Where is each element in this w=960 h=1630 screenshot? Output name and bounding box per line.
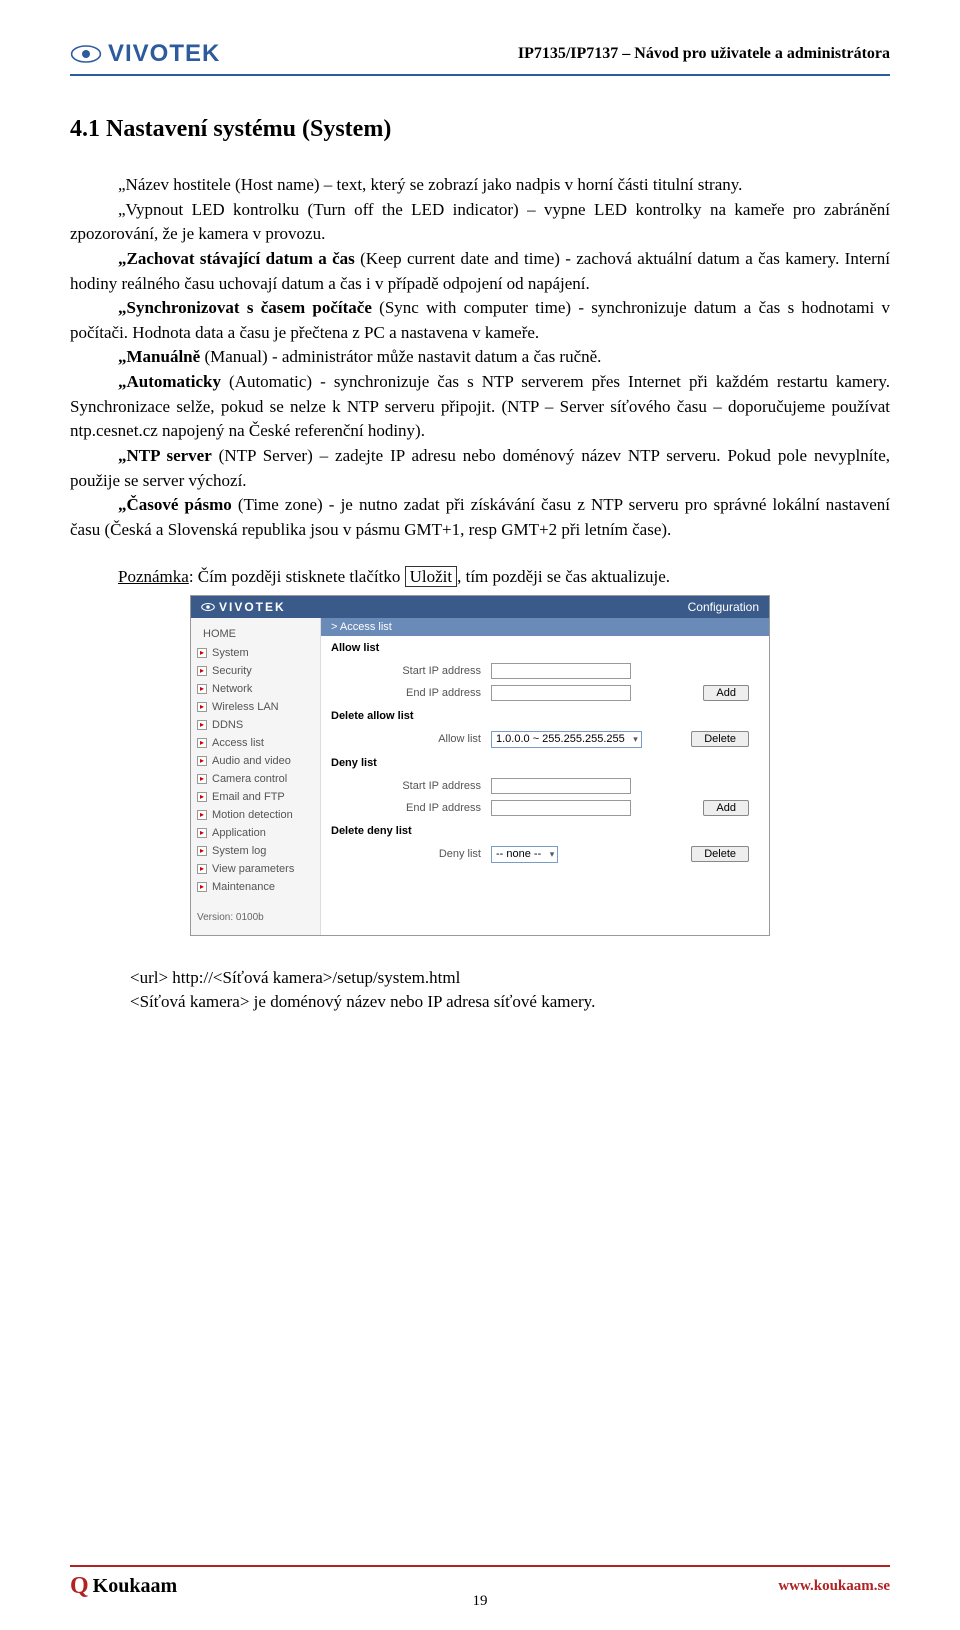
ss-breadcrumb: > Access list xyxy=(321,618,769,636)
ss-nav-label: Maintenance xyxy=(212,881,275,893)
ss-nav-item[interactable]: ▸ System log xyxy=(191,842,320,860)
ss-add-deny-button[interactable]: Add xyxy=(703,800,749,816)
page-header: VIVOTEK IP7135/IP7137 – Návod pro uživat… xyxy=(70,40,890,76)
koukaam-text: Koukaam xyxy=(93,1575,177,1598)
para-8: „Časové pásmo (Time zone) - je nutno zad… xyxy=(70,493,890,542)
ss-delete-allow-header: Delete allow list xyxy=(321,704,769,728)
ss-nav-label: System xyxy=(212,647,249,659)
ss-nav-item[interactable]: ▸ System xyxy=(191,644,320,662)
arrow-right-icon: ▸ xyxy=(197,648,207,658)
ss-add-button[interactable]: Add xyxy=(703,685,749,701)
note-save-button-ref: Uložit xyxy=(405,566,458,587)
ss-deny-list-header: Deny list xyxy=(321,751,769,775)
ss-allow-list-header: Allow list xyxy=(321,636,769,660)
ss-nav-label: Security xyxy=(212,665,252,677)
arrow-right-icon: ▸ xyxy=(197,666,207,676)
config-screenshot: VIVOTEK Configuration HOME ▸ System ▸ Secur… xyxy=(190,595,770,936)
ss-nav-label: System log xyxy=(212,845,266,857)
arrow-right-icon: ▸ xyxy=(197,810,207,820)
page-number: 19 xyxy=(473,1593,488,1610)
arrow-right-icon: ▸ xyxy=(197,756,207,766)
body-content: „Název hostitele (Host name) – text, kte… xyxy=(70,173,890,543)
ss-nav-label: Network xyxy=(212,683,252,695)
ss-start-ip-label-2: Start IP address xyxy=(331,780,491,792)
ss-nav-item[interactable]: ▸ Security xyxy=(191,662,320,680)
footer-url: www.koukaam.se xyxy=(778,1578,890,1595)
ss-nav-item[interactable]: ▸ DDNS xyxy=(191,716,320,734)
ss-home-link[interactable]: HOME xyxy=(191,624,320,644)
ss-sidebar: HOME ▸ System ▸ Security ▸ Network ▸ Wireless L… xyxy=(191,618,321,935)
para-2: „Vypnout LED kontrolku (Turn off the LED… xyxy=(70,198,890,247)
ss-deny-end-ip-input[interactable] xyxy=(491,800,631,816)
arrow-right-icon: ▸ xyxy=(197,864,207,874)
ss-allow-list-label: Allow list xyxy=(331,733,491,745)
ss-nav-item[interactable]: ▸ Wireless LAN xyxy=(191,698,320,716)
ss-nav-item[interactable]: ▸ Audio and video xyxy=(191,752,320,770)
ss-nav-item[interactable]: ▸ Access list xyxy=(191,734,320,752)
ss-nav-label: Camera control xyxy=(212,773,287,785)
ss-delete-deny-header: Delete deny list xyxy=(321,819,769,843)
url-reference: <url> http://<Síťová kamera>/setup/syste… xyxy=(130,966,890,1015)
ss-nav-label: Audio and video xyxy=(212,755,291,767)
arrow-right-icon: ▸ xyxy=(197,738,207,748)
ss-nav-label: Access list xyxy=(212,737,264,749)
ss-topbar: VIVOTEK Configuration xyxy=(191,596,769,618)
vivotek-logo: VIVOTEK xyxy=(70,40,220,68)
ss-nav-item[interactable]: ▸ Maintenance xyxy=(191,878,320,896)
ss-end-ip-label-2: End IP address xyxy=(331,802,491,814)
ss-nav-label: Wireless LAN xyxy=(212,701,279,713)
section-heading: 4.1 Nastavení systému (System) xyxy=(70,116,890,143)
ss-nav-label: View parameters xyxy=(212,863,294,875)
ss-start-ip-input[interactable] xyxy=(491,663,631,679)
vivotek-logo-text: VIVOTEK xyxy=(108,40,220,68)
ss-deny-list-label: Deny list xyxy=(331,848,491,860)
ss-nav-item[interactable]: ▸ View parameters xyxy=(191,860,320,878)
arrow-right-icon: ▸ xyxy=(197,720,207,730)
ss-nav-label: Application xyxy=(212,827,266,839)
arrow-right-icon: ▸ xyxy=(197,792,207,802)
ss-nav-item[interactable]: ▸ Camera control xyxy=(191,770,320,788)
ss-nav-item[interactable]: ▸ Motion detection xyxy=(191,806,320,824)
ss-version: Version: 0100b xyxy=(191,896,320,929)
ss-nav-item[interactable]: ▸ Application xyxy=(191,824,320,842)
arrow-right-icon: ▸ xyxy=(197,684,207,694)
arrow-right-icon: ▸ xyxy=(197,774,207,784)
ss-config-link[interactable]: Configuration xyxy=(688,600,759,614)
ss-nav-item[interactable]: ▸ Network xyxy=(191,680,320,698)
url-line-1: <url> http://<Síťová kamera>/setup/syste… xyxy=(130,966,890,991)
para-6: „Automaticky (Automatic) - synchronizuje… xyxy=(70,370,890,444)
para-1: „Název hostitele (Host name) – text, kte… xyxy=(70,173,890,198)
para-5: „Manuálně (Manual) - administrátor může … xyxy=(70,345,890,370)
ss-nav-item[interactable]: ▸ Email and FTP xyxy=(191,788,320,806)
ss-end-ip-input[interactable] xyxy=(491,685,631,701)
ss-delete-allow-button[interactable]: Delete xyxy=(691,731,749,747)
ss-nav-label: DDNS xyxy=(212,719,243,731)
ss-allow-select[interactable]: 1.0.0.0 ~ 255.255.255.255 xyxy=(491,731,642,748)
para-3: „Zachovat stávající datum a čas (Keep cu… xyxy=(70,247,890,296)
ss-deny-select[interactable]: -- none -- xyxy=(491,846,558,863)
ss-start-ip-label: Start IP address xyxy=(331,665,491,677)
note: Poznámka: Čím později stisknete tlačítko… xyxy=(70,567,890,587)
ss-nav-label: Email and FTP xyxy=(212,791,285,803)
eye-icon xyxy=(201,602,215,612)
document-title: IP7135/IP7137 – Návod pro uživatele a ad… xyxy=(518,45,890,63)
para-7: „NTP server (NTP Server) – zadejte IP ad… xyxy=(70,444,890,493)
ss-delete-deny-button[interactable]: Delete xyxy=(691,846,749,862)
koukaam-logo: Q Koukaam xyxy=(70,1573,177,1600)
arrow-right-icon: ▸ xyxy=(197,882,207,892)
arrow-right-icon: ▸ xyxy=(197,702,207,712)
koukaam-icon: Q xyxy=(70,1573,89,1600)
url-line-2: <Síťová kamera> je doménový název nebo I… xyxy=(130,990,890,1015)
eye-icon xyxy=(70,44,102,64)
para-4: „Synchronizovat s časem počítače (Sync w… xyxy=(70,296,890,345)
ss-vivotek-logo: VIVOTEK xyxy=(201,600,286,614)
ss-nav-label: Motion detection xyxy=(212,809,293,821)
ss-end-ip-label: End IP address xyxy=(331,687,491,699)
ss-deny-start-ip-input[interactable] xyxy=(491,778,631,794)
arrow-right-icon: ▸ xyxy=(197,828,207,838)
ss-main-panel: > Access list Allow list Start IP addres… xyxy=(321,618,769,935)
arrow-right-icon: ▸ xyxy=(197,846,207,856)
note-label: Poznámka xyxy=(118,567,189,586)
